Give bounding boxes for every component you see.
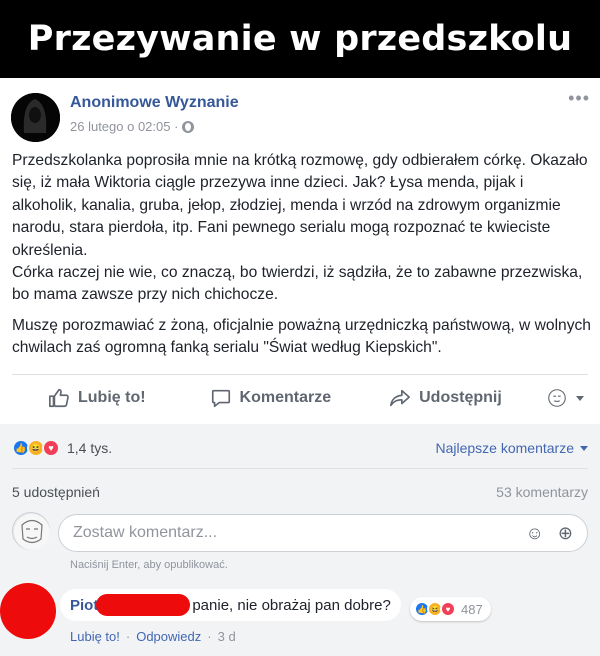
separator: · (125, 629, 131, 644)
separator: · (207, 629, 212, 644)
chevron-down-icon (580, 445, 588, 451)
share-label: Udostępnij (419, 389, 502, 406)
more-options-icon[interactable]: ••• (568, 88, 590, 109)
comment-like-link[interactable]: Lubię to! (70, 629, 120, 644)
page-title-banner: Przezywanie w przedszkolu (0, 0, 600, 78)
divider (12, 374, 588, 375)
like-label: Lubię to! (78, 389, 146, 406)
shares-comments-row: 5 udostępnień 53 komentarzy (12, 484, 588, 500)
post-date[interactable]: 26 lutego o 02:05 · (70, 119, 178, 134)
comment-actions: Lubię to! · Odpowiedz · 3 d (70, 629, 236, 644)
reactions-count[interactable]: 1,4 tys. (67, 440, 112, 456)
reaction-icons[interactable]: 👍 😆 ♥ 1,4 tys. (12, 439, 112, 457)
sticker-icon[interactable]: ⊕ (558, 523, 573, 544)
divider (12, 468, 588, 469)
chevron-down-icon (575, 395, 584, 401)
globe-icon (182, 120, 195, 133)
comment-text: panie, nie obrażaj pan dobre? (192, 596, 391, 614)
share-arrow-icon (390, 389, 411, 407)
share-button[interactable]: Udostępnij (389, 387, 502, 409)
comment-placeholder: Zostaw komentarz... (73, 524, 218, 541)
comment-input[interactable]: Zostaw komentarz... ☺ ⊕ (58, 514, 588, 552)
comment-reply-link[interactable]: Odpowiedz (136, 629, 201, 644)
user-avatar (12, 512, 50, 550)
comment-button[interactable]: Komentarze (210, 387, 332, 409)
comment-sort-dropdown[interactable]: Najlepsze komentarze (435, 440, 588, 456)
like-button[interactable]: Lubię to! (48, 387, 146, 409)
love-reaction-icon: ♥ (440, 601, 456, 617)
audience-selector[interactable] (546, 387, 584, 409)
comments-count[interactable]: 53 komentarzy (496, 484, 588, 500)
redacted-avatar (0, 583, 56, 639)
comment-age[interactable]: 3 d (218, 629, 236, 644)
thumbs-up-icon (49, 388, 69, 408)
shares-count[interactable]: 5 udostępnień (12, 484, 100, 500)
face-meme-icon (547, 389, 566, 407)
post-paragraph: Przedszkolanka poprosiła mnie na krótką … (12, 152, 588, 304)
commenter-name[interactable]: Piot (70, 597, 98, 614)
post-meta: 26 lutego o 02:05 · (70, 119, 195, 134)
page-title: Przezywanie w przedszkolu (27, 19, 573, 59)
author-name[interactable]: Anonimowe Wyznanie (70, 94, 239, 112)
comment-bubble: Piot panie, nie obrażaj pan dobre? (60, 589, 401, 621)
post-paragraph: Muszę porozmawiać z żoną, oficjalnie pow… (12, 316, 591, 357)
comment-icon (211, 389, 230, 408)
love-reaction-icon: ♥ (42, 439, 60, 457)
author-avatar[interactable] (11, 93, 60, 142)
facebook-post: Anonimowe Wyznanie 26 lutego o 02:05 · •… (0, 78, 600, 656)
post-actions: Lubię to! Komentarze Udostępnij (12, 380, 588, 416)
composer-hint: Naciśnij Enter, aby opublikować. (70, 559, 228, 571)
emoji-icon[interactable]: ☺ (526, 523, 544, 544)
comment-reactions[interactable]: 👍 😆 ♥ 487 (410, 597, 491, 621)
redacted-name (96, 594, 191, 616)
post-body: Przedszkolanka poprosiła mnie na krótką … (12, 150, 592, 368)
sort-label: Najlepsze komentarze (435, 440, 574, 456)
comment-label: Komentarze (239, 389, 332, 406)
comment-reaction-count: 487 (461, 601, 483, 617)
reactions-summary: 👍 😆 ♥ 1,4 tys. Najlepsze komentarze (12, 438, 588, 458)
